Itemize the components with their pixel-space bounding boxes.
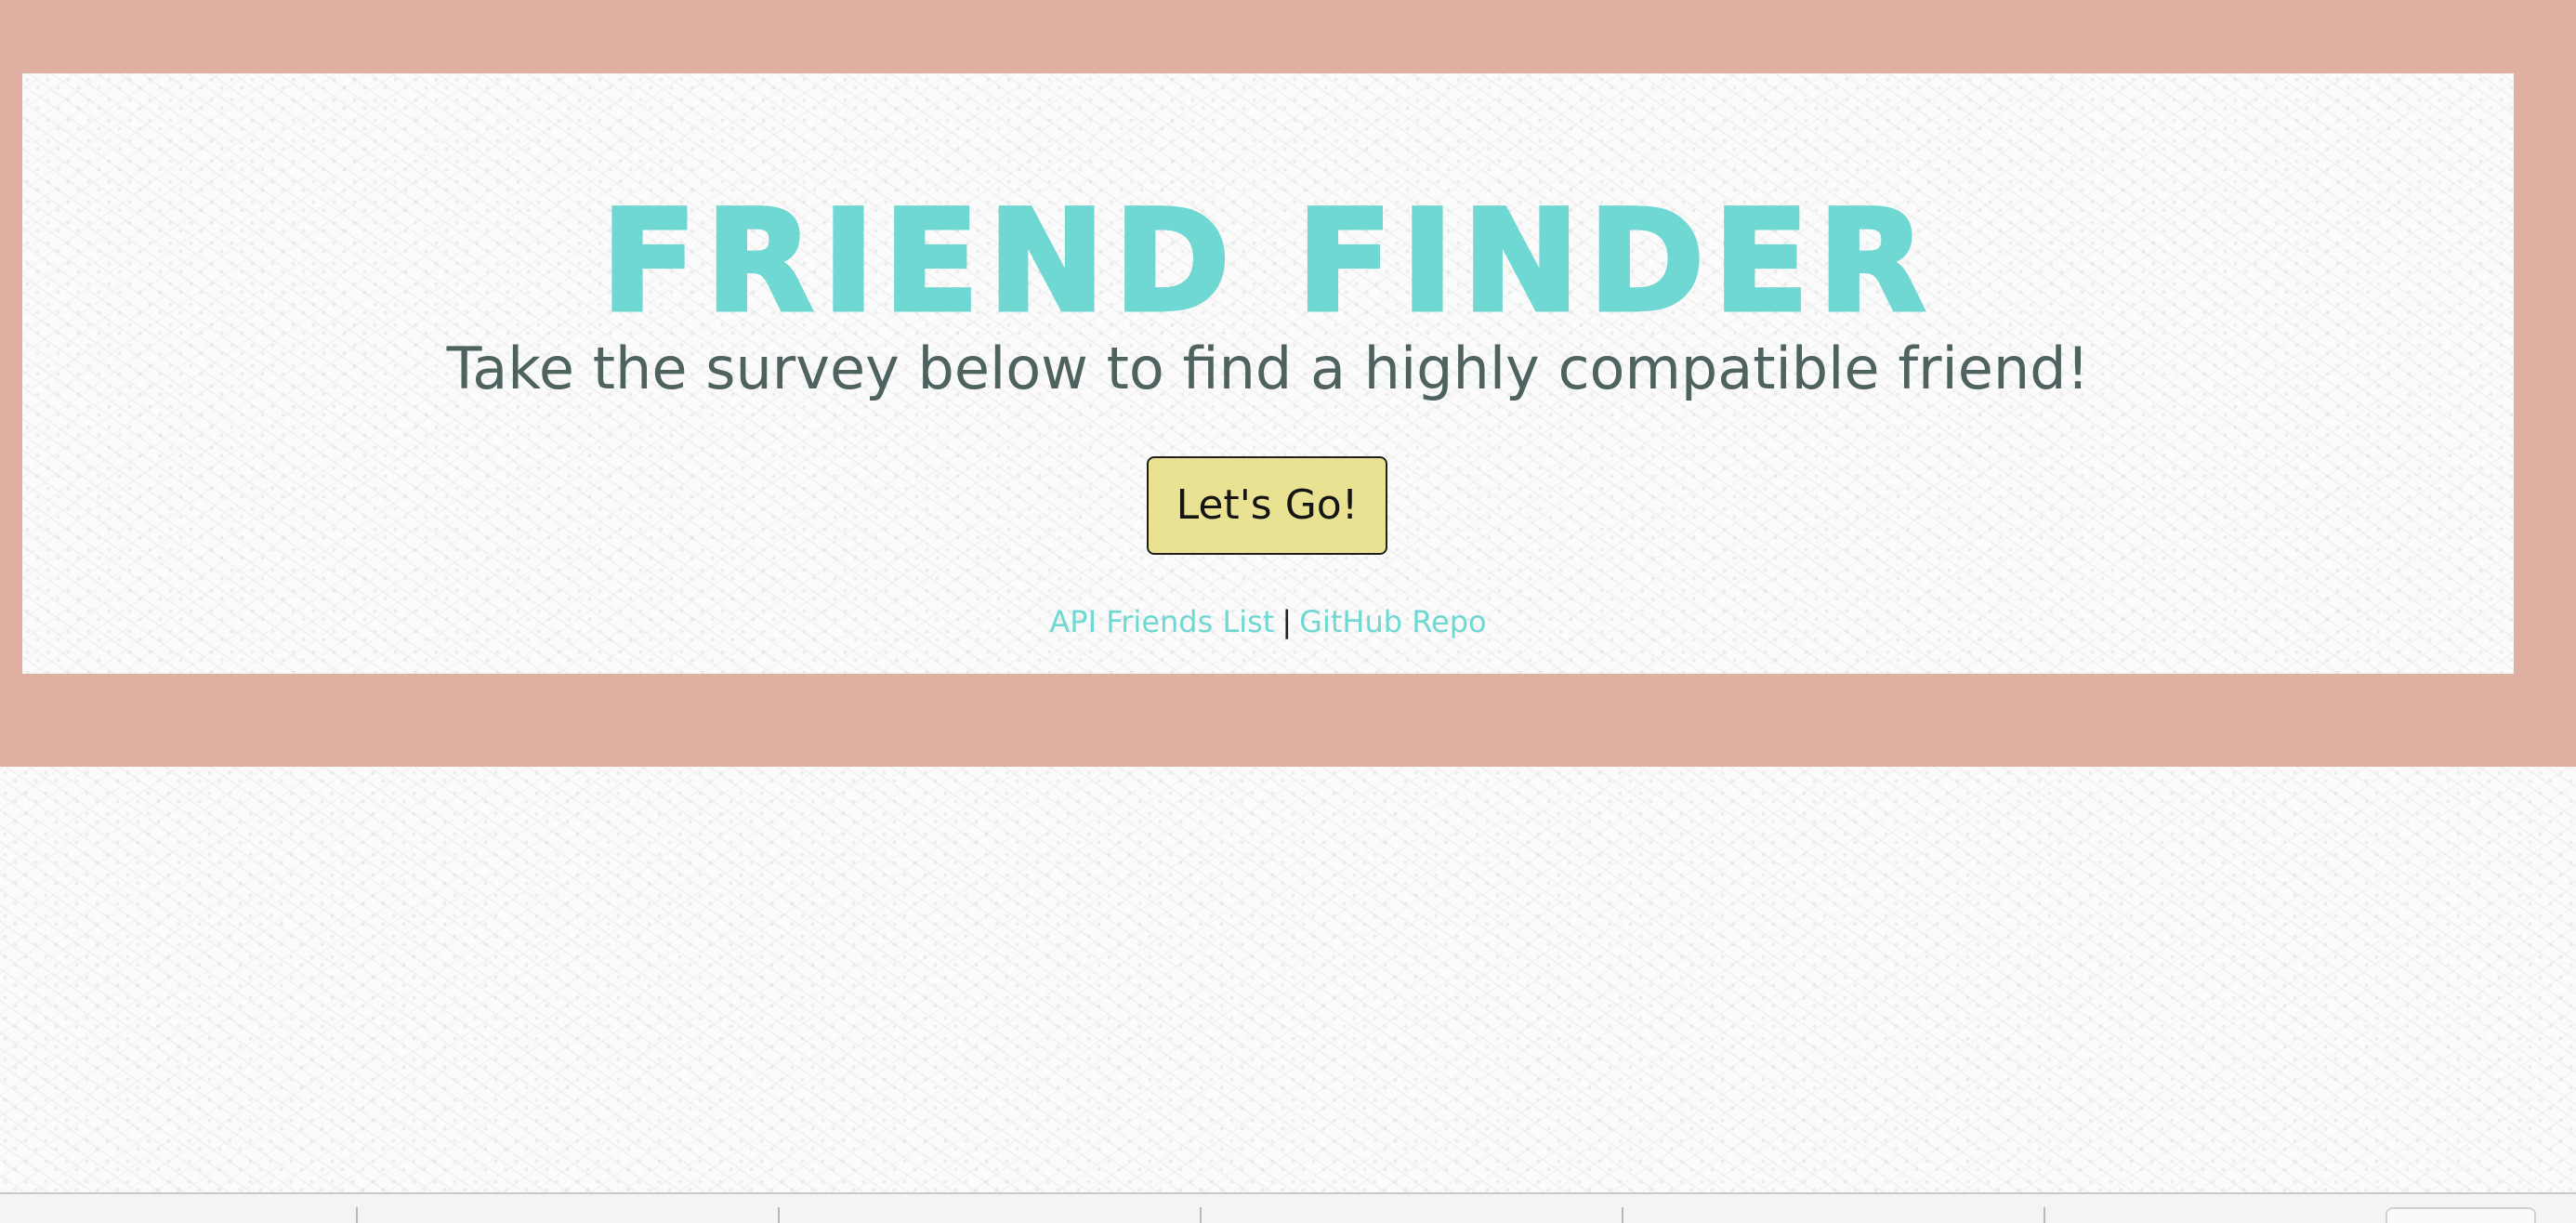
partial-input-box[interactable] xyxy=(2385,1207,2536,1223)
survey-table-top-edge xyxy=(0,1192,2576,1223)
column-divider xyxy=(2044,1207,2045,1223)
api-friends-list-link[interactable]: API Friends List xyxy=(1049,604,1274,639)
link-separator: | xyxy=(1281,604,1293,639)
jumbotron: Friend Finder Take the survey below to f… xyxy=(22,73,2514,674)
column-divider xyxy=(1200,1207,1202,1223)
page: Friend Finder Take the survey below to f… xyxy=(0,0,2576,1223)
column-divider xyxy=(356,1207,358,1223)
column-divider xyxy=(1622,1207,1623,1223)
lets-go-button[interactable]: Let's Go! xyxy=(1147,456,1387,555)
column-divider xyxy=(778,1207,780,1223)
hero-band: Friend Finder Take the survey below to f… xyxy=(0,0,2576,767)
github-repo-link[interactable]: GitHub Repo xyxy=(1299,604,1486,639)
page-subtitle: Take the survey below to find a highly c… xyxy=(446,335,2090,402)
survey-area-background xyxy=(0,767,2576,1192)
footer-links: API Friends List | GitHub Repo xyxy=(22,598,2514,645)
